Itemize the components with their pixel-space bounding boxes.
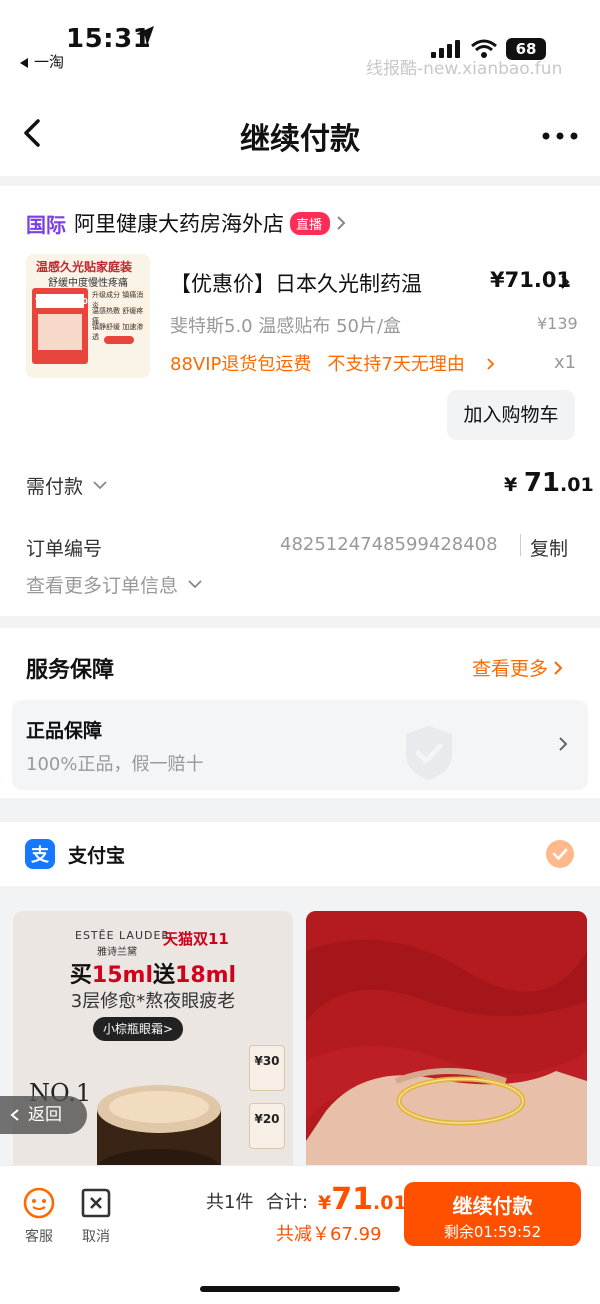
live-label: 直播 [296, 217, 323, 233]
ad-headline: 买15ml送18ml [13, 957, 293, 989]
product-quantity: x1 [554, 352, 577, 373]
payment-label: 需付款 [26, 476, 84, 498]
alipay-label: 支付宝 [68, 845, 126, 867]
nav-bar: 继续付款 [0, 80, 600, 176]
ad-headline-red2: 18ml [175, 963, 237, 988]
cancel-order-button[interactable]: 取消 [76, 1186, 116, 1246]
image-point-3: 镇静舒缓 加速渗透 [92, 323, 144, 341]
ad-coupon-30: ¥30 [249, 1045, 285, 1091]
total-dec: .01 [372, 1192, 407, 1214]
order-card: 国际 阿里健康大药房海外店 直播 温感久光贴家庭装 舒缓中度慢性疼痛 フェイタス… [0, 186, 600, 616]
payment-timer: 剩余01:59:52 [443, 1223, 542, 1241]
ad-subheadline: 3层修愈*熬夜眼疲老 [70, 991, 236, 1012]
product-title[interactable]: 【优惠价】日本久光制药温 [170, 268, 422, 298]
chevron-right-icon[interactable] [560, 274, 570, 290]
home-indicator [200, 1286, 400, 1292]
product-tags[interactable]: 88VIP退货包运费 不支持7天无理由 [170, 350, 511, 376]
chevron-left-icon [10, 1109, 19, 1121]
tag-no-7day: 不支持7天无理由 [327, 354, 494, 375]
tag-88vip: 88VIP退货包运费 [170, 354, 312, 375]
chevron-right-icon [559, 737, 568, 751]
service-card: 服务保障 查看更多 正品保障 100%正品，假一赔十 [0, 628, 600, 798]
total-currency: ¥ [318, 1192, 332, 1214]
more-order-info-label: 查看更多订单信息 [26, 575, 179, 597]
store-name: 阿里健康大药房海外店 [74, 212, 284, 236]
cancel-label: 取消 [82, 1229, 110, 1245]
product-image[interactable]: 温感久光贴家庭装 舒缓中度慢性疼痛 フェイタス5.0 升级成分 镇痛消炎 温感热… [26, 254, 150, 378]
service-title: 服务保障 [26, 658, 115, 683]
svg-text:支: 支 [30, 844, 50, 866]
order-number: 4825124748599428408 [280, 534, 498, 555]
back-triangle-icon [20, 57, 28, 68]
service-more-label: 查看更多 [472, 658, 549, 680]
order-number-label: 订单编号 [26, 538, 103, 560]
total-int: 71 [331, 1182, 373, 1217]
selected-check-icon[interactable] [546, 840, 574, 868]
payment-toggle[interactable]: 需付款 [26, 472, 107, 499]
item-count: 共1件 [206, 1192, 254, 1213]
back-to-app[interactable]: 一淘 [20, 51, 64, 72]
ad-coupon-20: ¥20 [249, 1103, 285, 1149]
more-options-icon[interactable] [542, 132, 578, 140]
chevron-right-icon [486, 358, 494, 370]
payment-int: 71 [523, 468, 561, 498]
continue-payment-label: 继续付款 [452, 1194, 533, 1218]
shield-check-icon [406, 726, 452, 780]
chevron-down-icon [188, 580, 202, 589]
product-spec: 斐特斯5.0 温感贴布 50片/盒 [170, 316, 402, 337]
watermark-text: 线报酷-new.xianbao.fun [366, 59, 563, 79]
ad-brand: ESTĒE LAUDER [75, 929, 171, 942]
ad-event: 天猫双11 [163, 930, 229, 948]
customer-service-label: 客服 [25, 1229, 53, 1245]
guarantee-title: 正品保障 [26, 720, 103, 742]
intl-tag: 国际 [26, 212, 66, 237]
ad-headline-prefix: 买 [69, 963, 92, 988]
eye-cream-jar-image [97, 1085, 221, 1171]
float-back-button[interactable]: 返回 [0, 1096, 87, 1134]
add-to-cart-button[interactable]: 加入购物车 [447, 390, 575, 440]
bottom-action-bar: 客服 取消 共1件 合计: ¥71.01 共减￥67.99 继续付款 剩余01:… [0, 1165, 600, 1304]
cancel-icon [81, 1188, 111, 1218]
ad-pill: 小棕瓶眼霜> [93, 1017, 184, 1041]
alipay-icon: 支 [25, 839, 55, 869]
chevron-down-icon [93, 481, 107, 490]
live-badge: 直播 [290, 211, 331, 235]
payment-dec: .01 [560, 474, 594, 496]
ad-brand-cn: 雅诗兰黛 [97, 947, 137, 958]
ad-headline-mid: 送 [153, 963, 176, 988]
status-bar: 15:31 一淘 68 线报酷-new.xianbao.fun [0, 0, 600, 80]
location-arrow-icon [136, 26, 154, 46]
image-line1: 温感久光贴家庭装 [36, 260, 133, 274]
chevron-right-icon [337, 216, 346, 230]
float-back-label: 返回 [28, 1105, 62, 1125]
payment-currency: ¥ [504, 474, 524, 496]
ad-gold-bracelet[interactable] [306, 911, 587, 1171]
page-title: 继续付款 [240, 122, 360, 157]
customer-service-icon [23, 1187, 55, 1219]
divider [520, 534, 521, 556]
tag-no-7day-label: 不支持7天无理由 [327, 354, 465, 375]
store-header[interactable]: 国际 阿里健康大药房海外店 直播 [26, 208, 346, 238]
image-brand: フェイタス5.0 [34, 297, 88, 306]
guarantee-subtitle: 100%正品，假一赔十 [26, 754, 204, 775]
payment-method-row[interactable]: 支 支付宝 [0, 822, 600, 886]
copy-button[interactable]: 复制 [530, 534, 568, 561]
total-saved: 共减￥67.99 [276, 1224, 382, 1245]
chevron-right-icon [554, 660, 563, 675]
service-more-link[interactable]: 查看更多 [472, 654, 563, 681]
ad-headline-red1: 15ml [91, 963, 153, 988]
continue-payment-button[interactable]: 继续付款 剩余01:59:52 [404, 1182, 581, 1246]
image-line2: 舒缓中度慢性疼痛 [48, 278, 128, 289]
payment-amount: ¥ 71.01 [504, 468, 594, 498]
back-app-label: 一淘 [34, 53, 65, 71]
product-price: ¥71.01 [490, 268, 572, 292]
bracelet-photo [306, 911, 587, 1171]
customer-service-button[interactable]: 客服 [19, 1186, 59, 1246]
more-order-info-button[interactable]: 查看更多订单信息 [26, 571, 202, 598]
total-amount: ¥71.01 [318, 1182, 407, 1217]
total-label: 合计: [266, 1192, 309, 1213]
original-price: ¥139 [537, 314, 578, 333]
authentic-guarantee-item[interactable]: 正品保障 100%正品，假一赔十 [12, 700, 588, 790]
